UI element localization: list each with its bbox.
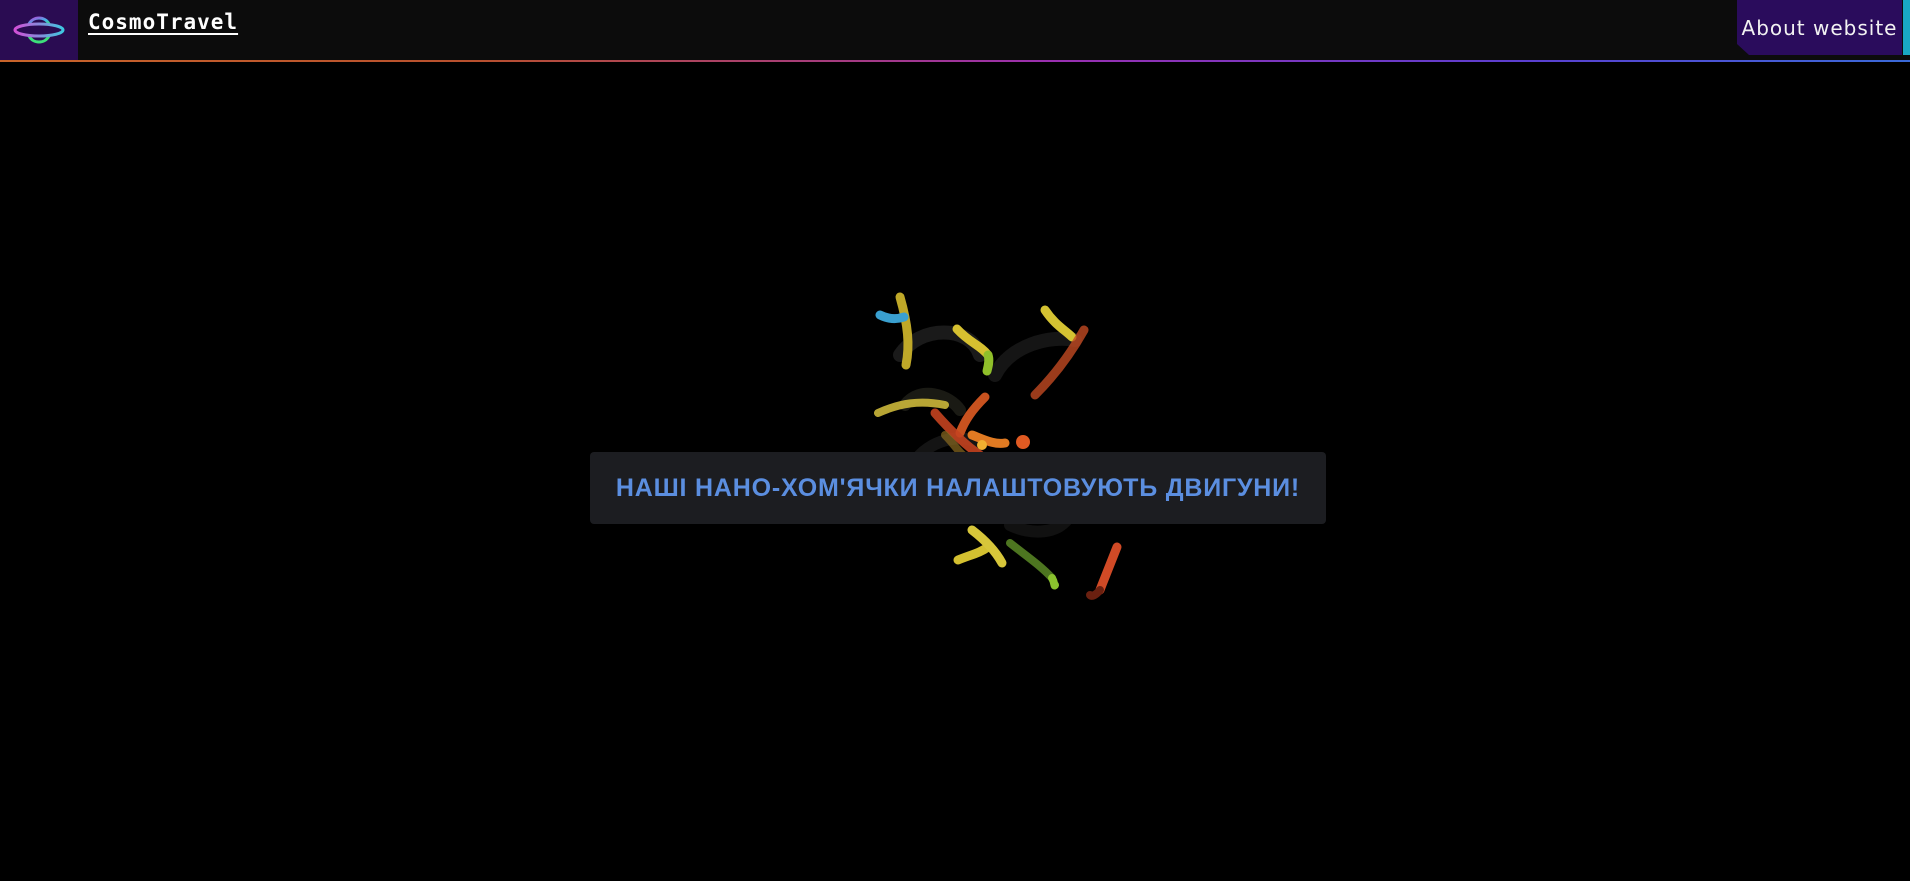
top-header: CosmoTravel About website [0,0,1910,60]
loading-message-banner: НАШІ НАНО-ХОМ'ЯЧКИ НАЛАШТОВУЮТЬ ДВИГУНИ! [590,452,1326,524]
loading-message: НАШІ НАНО-ХОМ'ЯЧКИ НАЛАШТОВУЮТЬ ДВИГУНИ! [615,473,1301,502]
about-website-button[interactable]: About website [1737,0,1902,55]
logo[interactable] [0,0,78,60]
loading-animation [874,292,1122,600]
header-gradient-divider [0,60,1910,62]
scroll-accent [1903,0,1910,55]
brand-link[interactable]: CosmoTravel [88,10,238,34]
planet-ring-icon [13,16,65,44]
